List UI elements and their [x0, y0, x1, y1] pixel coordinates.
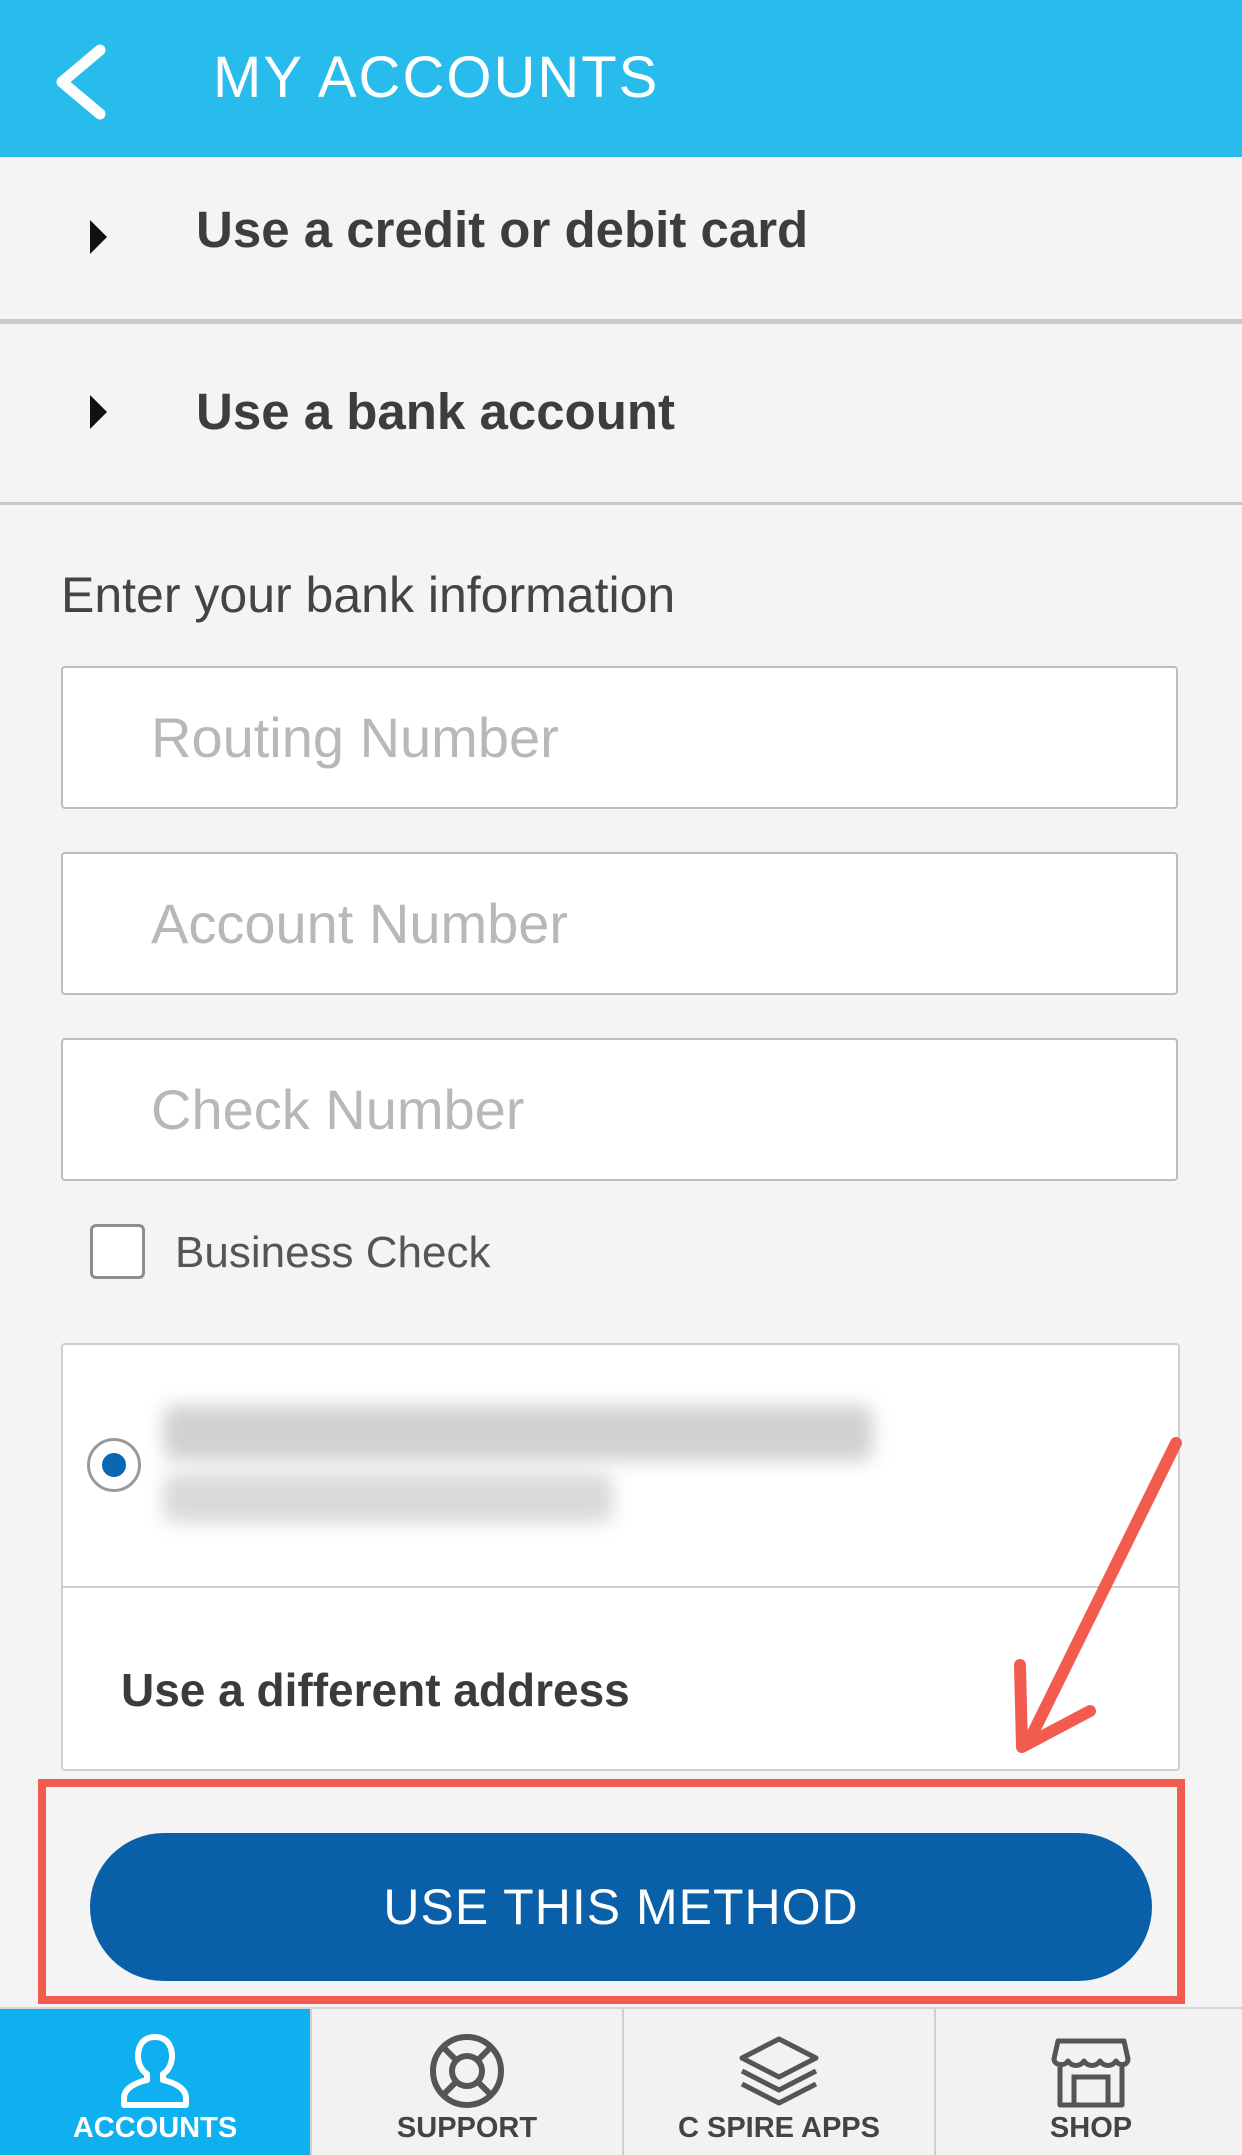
bottom-tab-bar: ACCOUNTS SUPPORT C SPIRE APPS SHOP [0, 2007, 1242, 2155]
routing-number-input[interactable] [151, 668, 1151, 807]
radio-selected-dot [102, 1453, 126, 1477]
lifebuoy-icon [430, 2034, 504, 2108]
routing-number-field[interactable] [61, 666, 1178, 809]
tab-c-spire-apps[interactable]: C SPIRE APPS [624, 2009, 934, 2155]
chevron-left-icon[interactable] [48, 42, 118, 122]
caret-right-icon [90, 220, 107, 254]
tab-label: SHOP [1049, 2112, 1133, 2144]
account-number-input[interactable] [151, 854, 1151, 993]
option-label: Use a bank account [196, 383, 675, 440]
section-label: Enter your bank information [61, 567, 676, 623]
tab-accounts[interactable]: ACCOUNTS [0, 2009, 310, 2155]
app-header: MY ACCOUNTS [0, 0, 1242, 157]
redacted-address-line [163, 1405, 873, 1461]
tab-shop[interactable]: SHOP [936, 2009, 1242, 2155]
check-number-input[interactable] [151, 1040, 1151, 1179]
annotation-arrow-icon [1014, 1437, 1182, 1753]
business-check-checkbox[interactable] [90, 1224, 145, 1279]
account-number-field[interactable] [61, 852, 1178, 995]
page-title: MY ACCOUNTS [213, 45, 660, 110]
business-check-label[interactable]: Business Check [175, 1228, 490, 1278]
person-icon [121, 2034, 189, 2108]
option-label: Use a credit or debit card [196, 201, 809, 258]
option-credit-debit-card-inner[interactable]: Use a credit or debit card [0, 157, 1242, 320]
divider [0, 502, 1242, 505]
tab-label: SUPPORT [396, 2112, 538, 2144]
storefront-icon [1051, 2038, 1131, 2108]
tab-support[interactable]: SUPPORT [312, 2009, 622, 2155]
use-different-address-option[interactable]: Use a different address [121, 1663, 630, 1717]
saved-address-radio[interactable] [87, 1438, 141, 1492]
redacted-address-line [163, 1473, 613, 1523]
layers-icon [739, 2036, 819, 2106]
use-this-method-button[interactable]: USE THIS METHOD [90, 1833, 1152, 1981]
tab-label: ACCOUNTS [72, 2112, 238, 2144]
check-number-field[interactable] [61, 1038, 1178, 1181]
caret-right-icon [90, 395, 107, 429]
tab-label: C SPIRE APPS [678, 2112, 880, 2144]
option-bank-account[interactable]: Use a bank account [0, 324, 1242, 502]
